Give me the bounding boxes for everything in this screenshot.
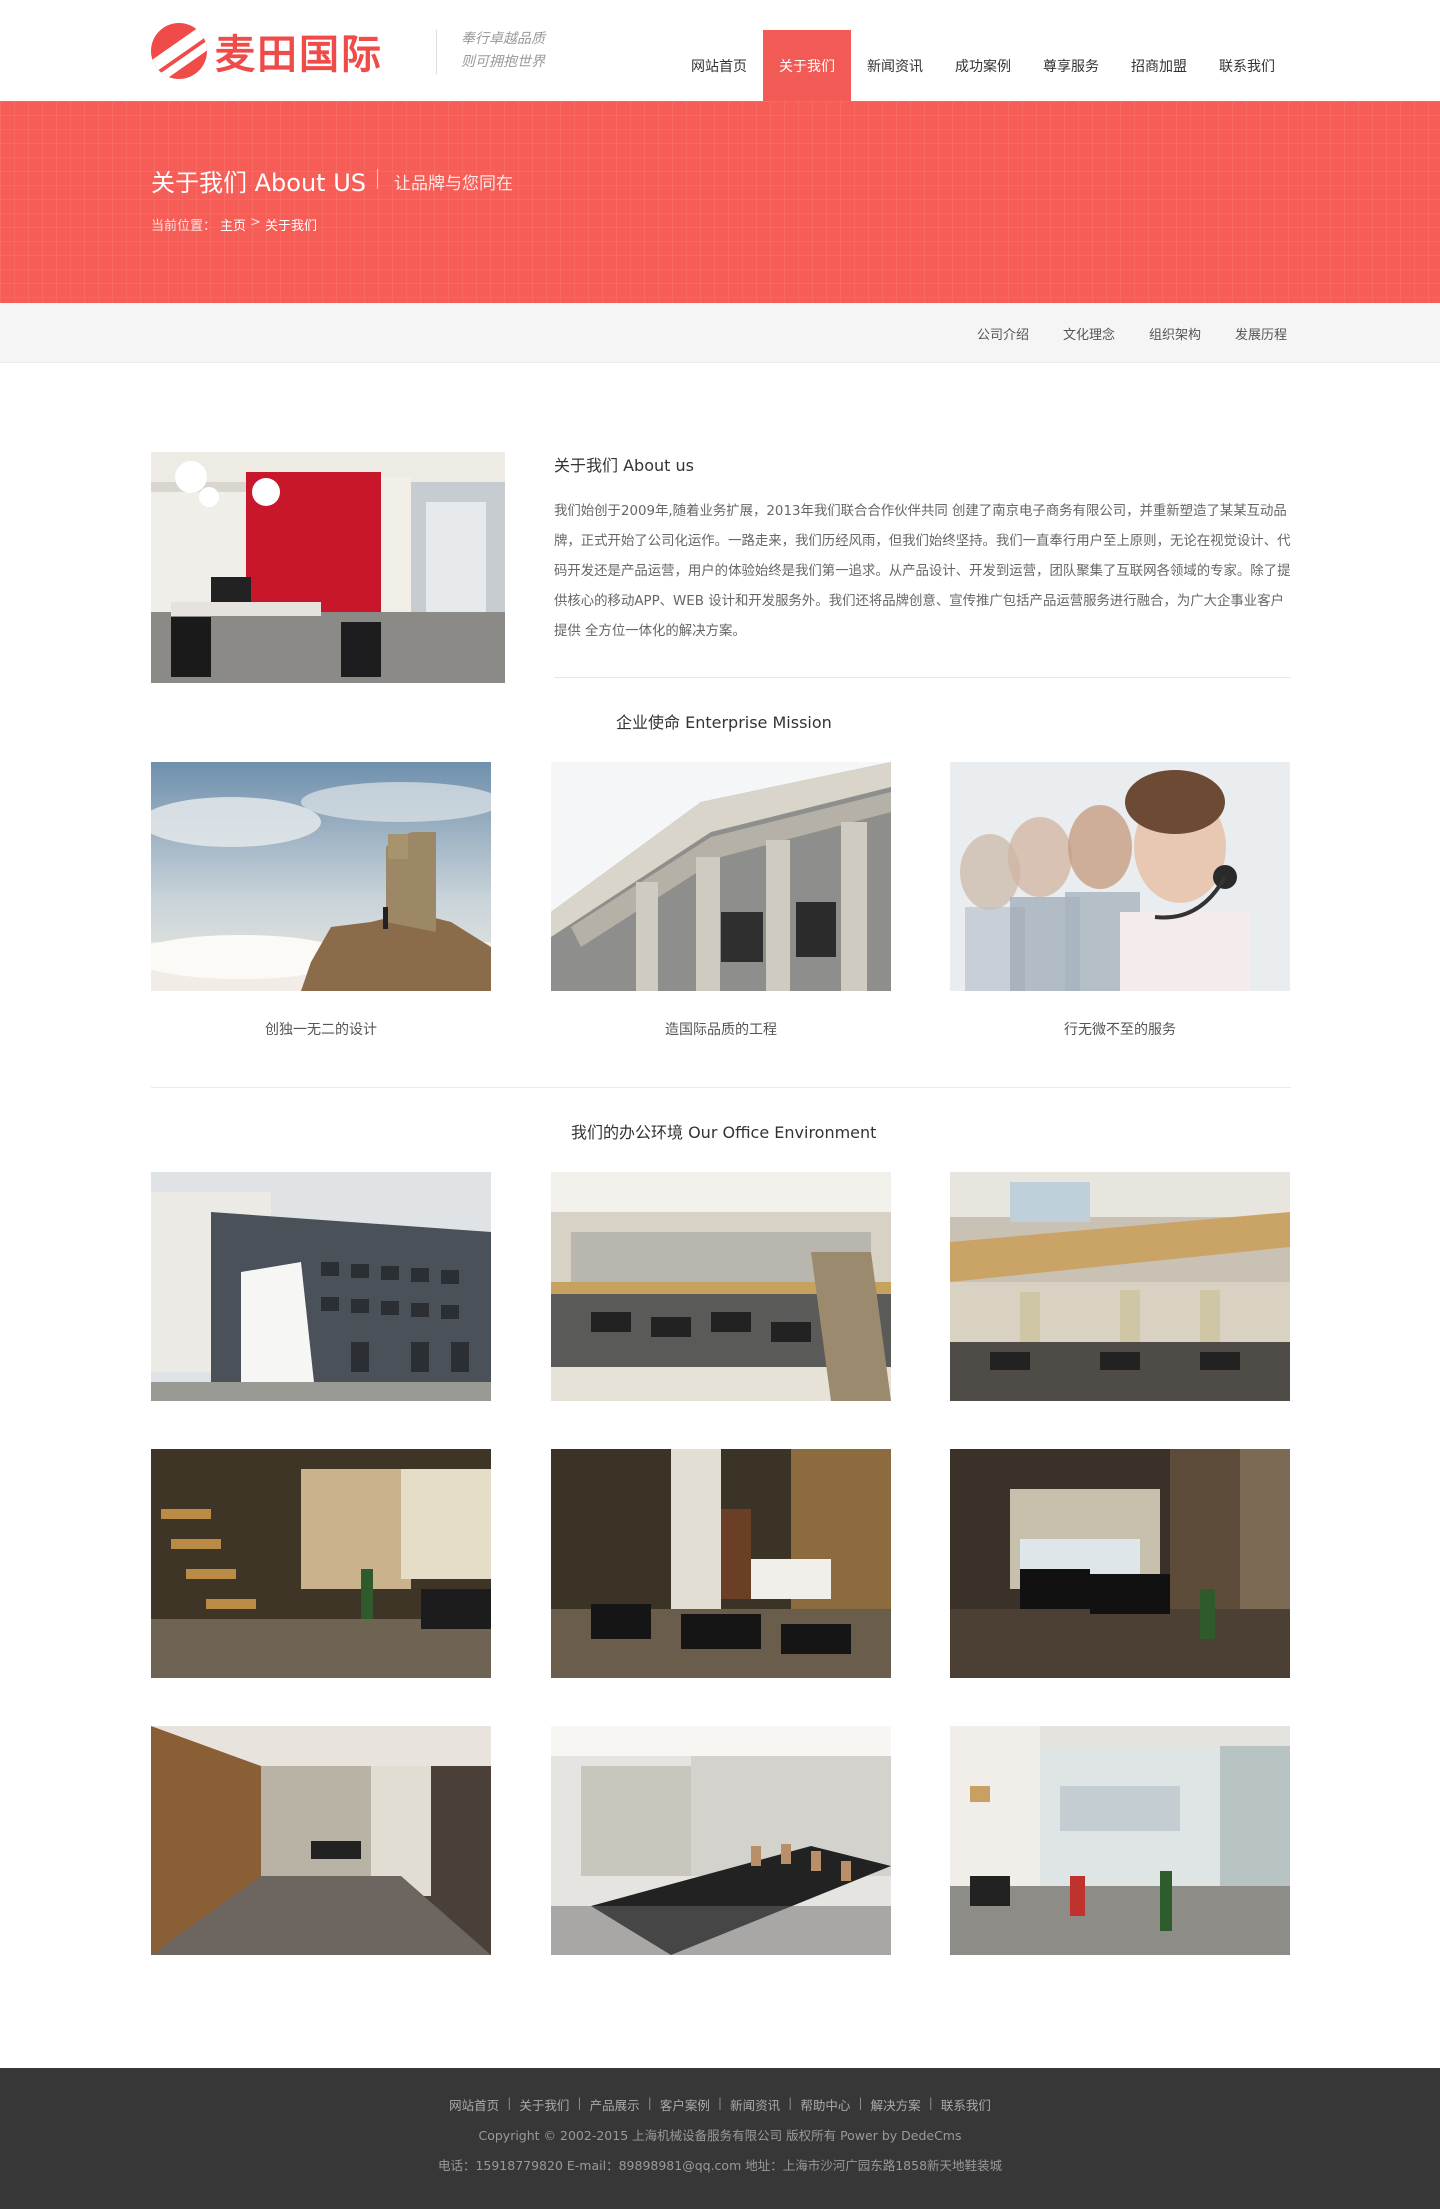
footer-link-help[interactable]: 帮助中心 xyxy=(800,2095,850,2114)
breadcrumb-separator: > xyxy=(250,215,261,230)
subnav-history[interactable]: 发展历程 xyxy=(1235,324,1287,343)
slogan-line-2: 则可拥抱世界 xyxy=(461,54,545,70)
page-banner: 关于我们 About US 让品牌与您同在 当前位置： 主页 > 关于我们 xyxy=(0,101,1440,303)
mission-caption-design: 创独一无二的设计 xyxy=(265,1022,377,1038)
site-footer: 网站首页 | 关于我们 | 产品展示 | 客户案例 | 新闻资讯 | 帮助中心 | 解决方案… xyxy=(0,2068,1440,2209)
office-photo[interactable] xyxy=(551,1449,891,1678)
slogan-line-1: 奉行卓越品质 xyxy=(461,31,545,47)
office-photo[interactable] xyxy=(151,1449,491,1678)
breadcrumb: 当前位置： 主页 > 关于我们 xyxy=(151,215,317,234)
subnav-culture[interactable]: 文化理念 xyxy=(1063,324,1115,343)
about-title: 关于我们 About us xyxy=(554,456,694,475)
nav-item-contact[interactable]: 联系我们 xyxy=(1203,30,1291,101)
office-photo[interactable] xyxy=(551,1726,891,1955)
footer-link-separator: | xyxy=(717,2095,723,2110)
footer-link-separator: | xyxy=(858,2095,863,2110)
subnav-organization[interactable]: 组织架构 xyxy=(1149,324,1201,343)
subnav-company-intro[interactable]: 公司介绍 xyxy=(977,324,1029,343)
footer-link-about[interactable]: 关于我们 xyxy=(519,2095,569,2114)
nav-item-news[interactable]: 新闻资讯 xyxy=(851,30,939,101)
nav-item-franchise[interactable]: 招商加盟 xyxy=(1115,30,1203,101)
office-photo[interactable] xyxy=(151,1172,491,1401)
mission-caption-engineering: 造国际品质的工程 xyxy=(665,1022,777,1038)
footer-link-products[interactable]: 产品展示 xyxy=(590,2095,640,2114)
page-title: 关于我们 About US xyxy=(151,169,367,197)
nav-item-about[interactable]: 关于我们 xyxy=(763,30,851,101)
footer-link-cases[interactable]: 客户案例 xyxy=(660,2095,710,2114)
footer-link-separator: | xyxy=(788,2095,793,2110)
breadcrumb-current: 关于我们 xyxy=(264,219,317,234)
nav-item-home[interactable]: 网站首页 xyxy=(675,30,763,101)
mission-photo-service[interactable] xyxy=(950,762,1290,991)
office-photo[interactable] xyxy=(950,1726,1290,1955)
footer-link-separator: | xyxy=(577,2095,582,2110)
page-subtitle: 让品牌与您同在 xyxy=(394,174,513,194)
office-photo[interactable] xyxy=(950,1449,1290,1678)
logo-mark-icon xyxy=(151,23,207,79)
about-office-photo xyxy=(151,452,505,683)
breadcrumb-home-link[interactable]: 主页 xyxy=(220,215,246,234)
divider xyxy=(554,677,1291,678)
mission-photo-design[interactable] xyxy=(151,762,491,991)
footer-copyright: Copyright © 2002-2015 上海机械设备服务有限公司 版权所有 … xyxy=(478,2128,962,2143)
logo[interactable]: 麦田国际 xyxy=(151,22,383,80)
footer-link-home[interactable]: 网站首页 xyxy=(449,2095,499,2114)
footer-link-separator: | xyxy=(507,2095,512,2110)
sub-nav: 公司介绍 文化理念 组织架构 发展历程 xyxy=(0,303,1440,363)
about-text: 我们始创于2009年,随着业务扩展，2013年我们联合合作伙伴共同 创建了南京电… xyxy=(554,504,1291,639)
breadcrumb-prefix: 当前位置： xyxy=(151,219,217,234)
nav-item-services[interactable]: 尊享服务 xyxy=(1027,30,1115,101)
footer-link-solutions[interactable]: 解决方案 xyxy=(871,2095,921,2114)
main-nav: 网站首页 关于我们 新闻资讯 成功案例 尊享服务 招商加盟 联系我们 xyxy=(675,30,1291,101)
divider xyxy=(151,1087,1291,1088)
mission-title: 企业使命 Enterprise Mission xyxy=(616,713,832,732)
office-photo[interactable] xyxy=(950,1172,1290,1401)
site-header: 麦田国际 奉行卓越品质 则可拥抱世界 网站首页 关于我们 新闻资讯 成功案例 尊… xyxy=(0,0,1440,101)
mission-photo-engineering[interactable] xyxy=(551,762,891,991)
nav-item-cases[interactable]: 成功案例 xyxy=(939,30,1027,101)
footer-link-separator: | xyxy=(647,2095,652,2110)
logo-divider xyxy=(436,30,437,74)
footer-contact: 电话：15918779820 E-mail：89898981@qq.com 地址… xyxy=(437,2158,1003,2173)
footer-link-contact[interactable]: 联系我们 xyxy=(941,2095,991,2114)
banner-divider xyxy=(377,169,378,189)
office-title: 我们的办公环境 Our Office Environment xyxy=(571,1123,877,1142)
logo-text: 麦田国际 xyxy=(215,31,383,78)
office-photo[interactable] xyxy=(551,1172,891,1401)
footer-link-news[interactable]: 新闻资讯 xyxy=(730,2095,780,2114)
footer-links: 网站首页 | 关于我们 | 产品展示 | 客户案例 | 新闻资讯 | 帮助中心 | 解决方案… xyxy=(0,2095,1440,2114)
office-photo[interactable] xyxy=(151,1726,491,1955)
mission-caption-service: 行无微不至的服务 xyxy=(1064,1022,1176,1038)
footer-link-separator: | xyxy=(928,2095,933,2110)
slogan: 奉行卓越品质 则可拥抱世界 xyxy=(461,28,545,74)
